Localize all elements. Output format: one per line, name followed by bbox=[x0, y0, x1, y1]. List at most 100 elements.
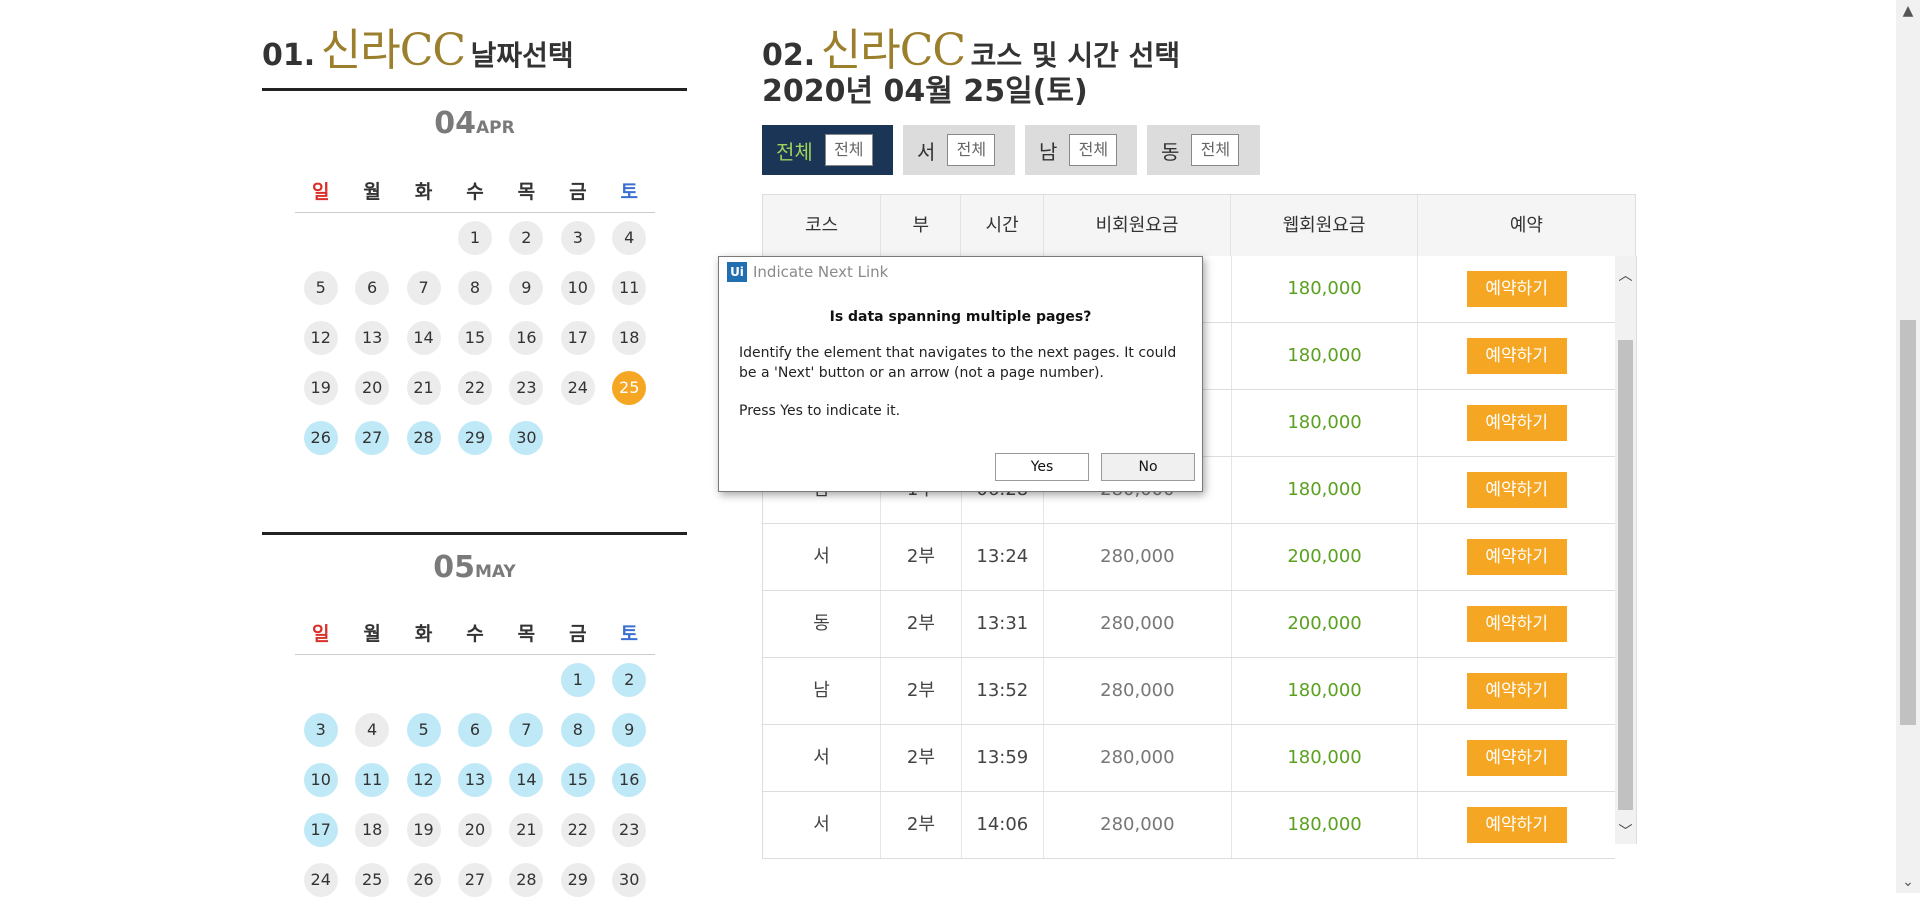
tab-course-east[interactable]: 동 전체 bbox=[1147, 125, 1260, 175]
chevron-down-icon[interactable]: ﹀ bbox=[1615, 820, 1636, 844]
table-scroll-thumb[interactable] bbox=[1618, 340, 1633, 810]
calendar-day[interactable]: 6 bbox=[457, 713, 492, 747]
calendar-day[interactable]: 9 bbox=[509, 271, 544, 305]
reserve-button[interactable]: 예약하기 bbox=[1466, 673, 1567, 709]
reserve-button[interactable]: 예약하기 bbox=[1466, 271, 1567, 307]
weekday-label: 토 bbox=[620, 181, 638, 203]
calendar-day[interactable]: 7 bbox=[509, 713, 544, 747]
calendar-day[interactable]: 17 bbox=[303, 813, 338, 847]
calendar-day[interactable]: 30 bbox=[612, 863, 647, 897]
calendar-day[interactable]: 7 bbox=[406, 271, 441, 305]
reserve-button[interactable]: 예약하기 bbox=[1466, 740, 1567, 776]
calendar-day[interactable]: 20 bbox=[457, 813, 492, 847]
tab-mini-select[interactable]: 전체 bbox=[1191, 134, 1240, 166]
calendar-day[interactable]: 15 bbox=[457, 321, 492, 355]
calendar-day[interactable]: 2 bbox=[612, 663, 647, 697]
calendar-divider bbox=[262, 88, 687, 91]
calendar-day[interactable]: 28 bbox=[509, 863, 544, 897]
no-button[interactable]: No bbox=[1101, 453, 1195, 481]
calendar-day[interactable]: 29 bbox=[457, 421, 492, 455]
chevron-up-icon[interactable]: ▲ bbox=[1896, 0, 1920, 22]
tab-mini-select[interactable]: 전체 bbox=[947, 134, 996, 166]
calendar-day[interactable]: 1 bbox=[457, 221, 492, 255]
reserve-button[interactable]: 예약하기 bbox=[1466, 539, 1567, 575]
calendar-day[interactable]: 22 bbox=[560, 813, 595, 847]
calendar-day[interactable]: 13 bbox=[355, 321, 390, 355]
calendar-day-selected[interactable]: 25 bbox=[612, 371, 647, 405]
calendar-day[interactable]: 12 bbox=[406, 763, 441, 797]
calendar-day[interactable]: 11 bbox=[612, 271, 647, 305]
calendar-day[interactable]: 16 bbox=[612, 763, 647, 797]
chevron-down-icon[interactable]: ⌄ bbox=[1896, 871, 1920, 893]
calendar-day[interactable]: 12 bbox=[303, 321, 338, 355]
page-scrollbar[interactable]: ▲ ⌄ bbox=[1896, 0, 1920, 893]
calendar-cell: 9 bbox=[604, 713, 655, 747]
calendar-day[interactable]: 8 bbox=[457, 271, 492, 305]
calendar-day[interactable]: 21 bbox=[406, 371, 441, 405]
calendar-cell: 2 bbox=[604, 663, 655, 697]
calendar-day[interactable]: 19 bbox=[303, 371, 338, 405]
table-scrollbar[interactable]: ︿ ﹀ bbox=[1615, 256, 1637, 844]
calendar-day[interactable]: 3 bbox=[303, 713, 338, 747]
tab-mini-select[interactable]: 전체 bbox=[1069, 134, 1118, 166]
calendar-day[interactable]: 13 bbox=[457, 763, 492, 797]
calendar-cell: 19 bbox=[398, 813, 449, 847]
calendar-day[interactable]: 24 bbox=[560, 371, 595, 405]
reserve-button[interactable]: 예약하기 bbox=[1466, 606, 1567, 642]
calendar-day[interactable]: 5 bbox=[406, 713, 441, 747]
reserve-button[interactable]: 예약하기 bbox=[1466, 405, 1567, 441]
calendar-day[interactable]: 26 bbox=[303, 421, 338, 455]
calendar-day[interactable]: 30 bbox=[509, 421, 544, 455]
calendar-day[interactable]: 6 bbox=[355, 271, 390, 305]
calendar-day[interactable]: 27 bbox=[355, 421, 390, 455]
calendar-day[interactable]: 17 bbox=[560, 321, 595, 355]
calendar-day[interactable]: 25 bbox=[355, 863, 390, 897]
header-reserve: 예약 bbox=[1509, 215, 1543, 236]
reserve-button[interactable]: 예약하기 bbox=[1466, 338, 1567, 374]
calendar-day[interactable]: 5 bbox=[303, 271, 338, 305]
reserve-button[interactable]: 예약하기 bbox=[1466, 807, 1567, 843]
calendar-cell: 26 bbox=[398, 863, 449, 897]
tab-course-south[interactable]: 남 전체 bbox=[1025, 125, 1137, 175]
calendar-day[interactable]: 10 bbox=[303, 763, 338, 797]
calendar-day[interactable]: 26 bbox=[406, 863, 441, 897]
calendar-day[interactable]: 4 bbox=[612, 221, 647, 255]
reserve-button[interactable]: 예약하기 bbox=[1466, 472, 1567, 508]
calendar-day[interactable]: 8 bbox=[560, 713, 595, 747]
calendar-day[interactable]: 23 bbox=[612, 813, 647, 847]
calendar-day[interactable]: 18 bbox=[612, 321, 647, 355]
dialog-body: Identify the element that navigates to t… bbox=[739, 343, 1186, 421]
header-course: 코스 bbox=[763, 195, 882, 257]
calendar-day[interactable]: 22 bbox=[457, 371, 492, 405]
calendar-day[interactable]: 9 bbox=[612, 713, 647, 747]
calendar-day[interactable]: 27 bbox=[457, 863, 492, 897]
calendar-day[interactable]: 14 bbox=[509, 763, 544, 797]
cell-reserve: 예약하기 bbox=[1418, 323, 1615, 389]
calendar-day[interactable]: 14 bbox=[406, 321, 441, 355]
calendar-day[interactable]: 21 bbox=[509, 813, 544, 847]
calendar-day[interactable]: 23 bbox=[509, 371, 544, 405]
calendar-day[interactable]: 3 bbox=[560, 221, 595, 255]
calendar-day[interactable]: 24 bbox=[303, 863, 338, 897]
calendar-day[interactable]: 29 bbox=[560, 863, 595, 897]
calendar-day[interactable]: 11 bbox=[355, 763, 390, 797]
tab-course-all[interactable]: 전체 전체 bbox=[762, 125, 893, 175]
calendar-day[interactable]: 15 bbox=[560, 763, 595, 797]
weekday-header: 일월화수목금토 bbox=[295, 172, 655, 213]
tab-course-west[interactable]: 서 전체 bbox=[903, 125, 1015, 175]
calendar-day[interactable]: 20 bbox=[355, 371, 390, 405]
calendar-day[interactable]: 19 bbox=[406, 813, 441, 847]
calendar-day[interactable]: 4 bbox=[355, 713, 390, 747]
cell-web-member-fee: 200,000 bbox=[1232, 591, 1419, 657]
calendar-day[interactable]: 18 bbox=[355, 813, 390, 847]
calendar-day[interactable]: 2 bbox=[509, 221, 544, 255]
yes-button[interactable]: Yes bbox=[995, 453, 1089, 481]
calendar-day[interactable]: 1 bbox=[560, 663, 595, 697]
calendar-day[interactable]: 28 bbox=[406, 421, 441, 455]
page-scroll-thumb[interactable] bbox=[1900, 320, 1916, 725]
tab-mini-select[interactable]: 전체 bbox=[824, 134, 873, 166]
calendar-cell: 2 bbox=[501, 221, 552, 255]
calendar-day[interactable]: 16 bbox=[509, 321, 544, 355]
calendar-day[interactable]: 10 bbox=[560, 271, 595, 305]
chevron-up-icon[interactable]: ︿ bbox=[1615, 264, 1636, 288]
